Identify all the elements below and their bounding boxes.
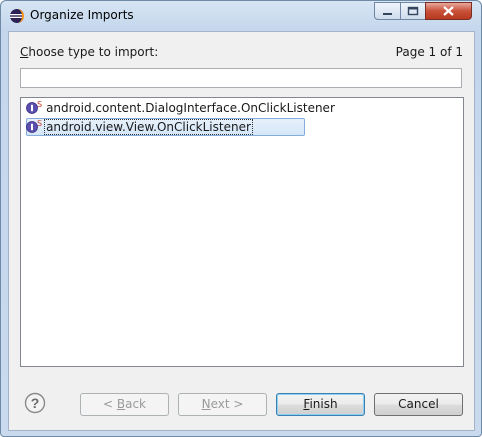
next-button[interactable]: Next >: [178, 393, 267, 416]
svg-text:?: ?: [31, 395, 40, 411]
finish-button[interactable]: Finish: [276, 393, 365, 416]
dialog-content: Choose type to import: Page 1 of 1 S and…: [8, 31, 475, 431]
page-indicator: Page 1 of 1: [395, 45, 463, 59]
choose-type-label: Choose type to import:: [20, 45, 159, 59]
interface-icon: [26, 101, 40, 115]
list-item[interactable]: S android.content.DialogInterface.OnClic…: [26, 99, 337, 117]
type-list[interactable]: S android.content.DialogInterface.OnClic…: [20, 97, 464, 367]
title-bar[interactable]: Organize Imports: [1, 1, 481, 31]
organize-imports-dialog: Organize Imports Choose type to import: …: [0, 0, 482, 437]
maximize-button[interactable]: [400, 2, 426, 20]
eclipse-icon: [9, 8, 25, 24]
interface-icon: [26, 120, 40, 134]
close-button[interactable]: [425, 2, 472, 20]
help-icon[interactable]: ?: [24, 392, 46, 414]
list-item-label: android.content.DialogInterface.OnClickL…: [46, 101, 335, 115]
type-filter-input[interactable]: [20, 68, 462, 88]
list-item-label: android.view.View.OnClickListener: [44, 119, 253, 135]
window-title: Organize Imports: [30, 8, 134, 22]
cancel-button[interactable]: Cancel: [374, 393, 463, 416]
minimize-button[interactable]: [374, 2, 401, 20]
back-button[interactable]: < Back: [80, 393, 169, 416]
list-item[interactable]: S android.view.View.OnClickListener: [26, 118, 253, 136]
